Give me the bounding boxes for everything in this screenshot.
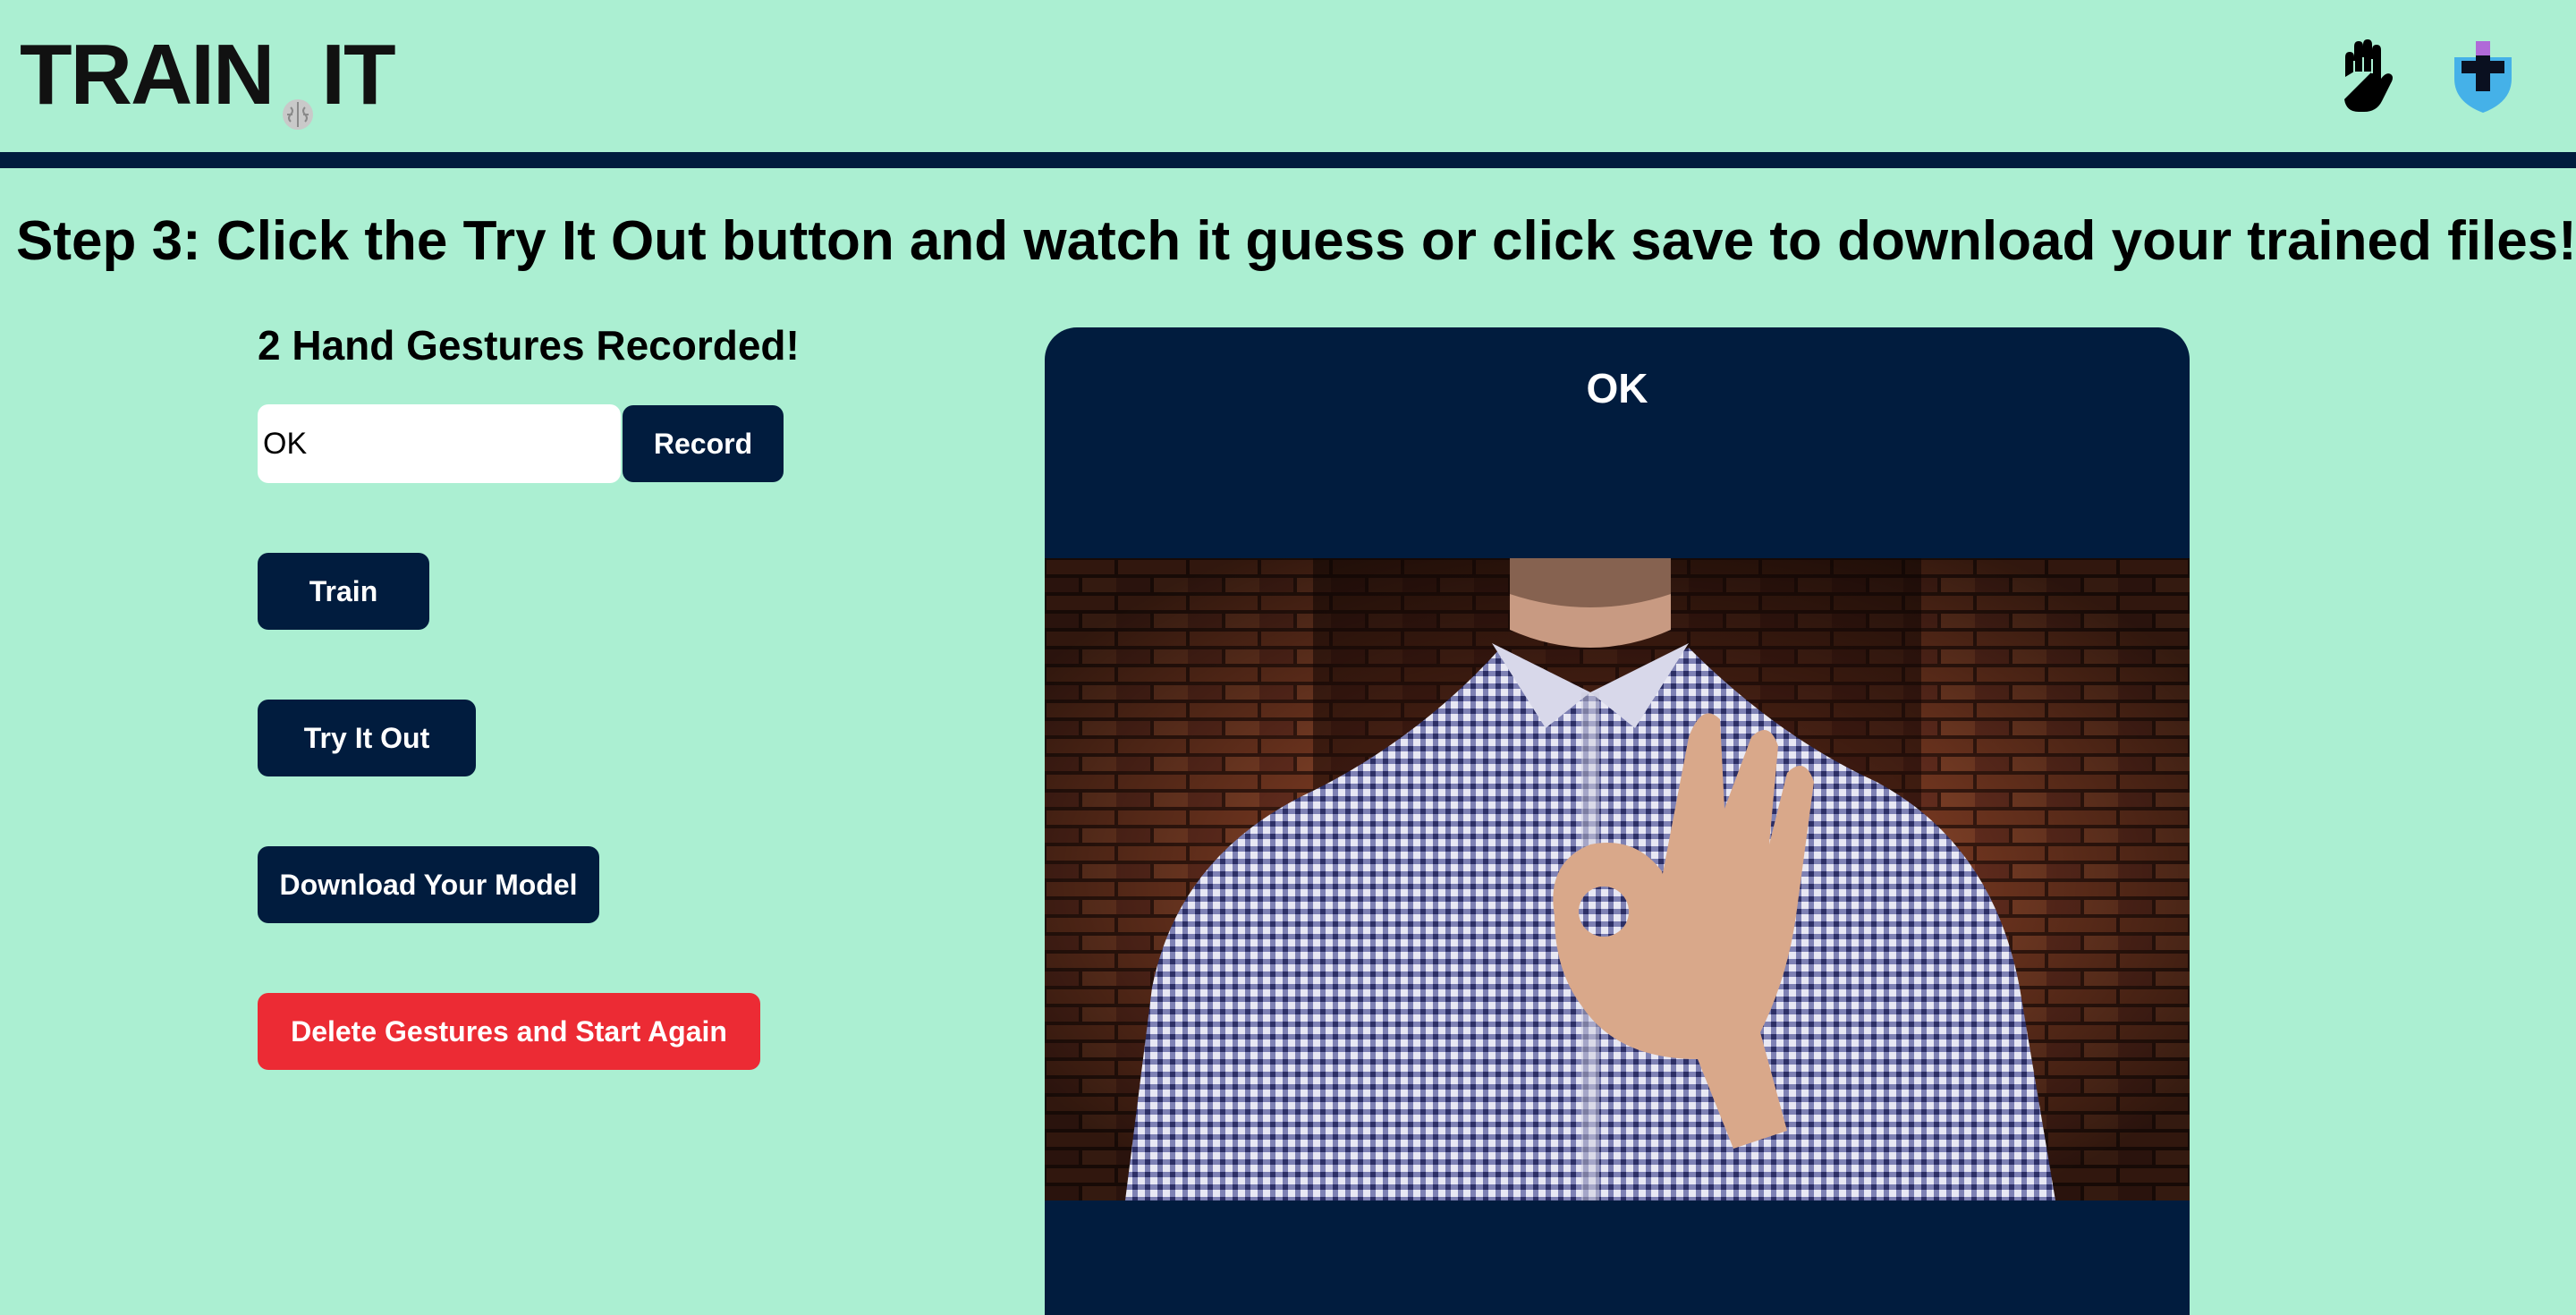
prediction-panel: OK — [1045, 327, 2190, 1315]
logo-text-train: TRAIN — [20, 27, 275, 123]
app-header: TRAIN IT — [0, 0, 2576, 152]
page-title: Step 3: Click the Try It Out button and … — [16, 210, 2576, 272]
delete-gestures-button[interactable]: Delete Gestures and Start Again — [258, 993, 760, 1070]
try-it-out-button[interactable]: Try It Out — [258, 700, 476, 776]
train-button[interactable]: Train — [258, 553, 429, 630]
webcam-feed — [1045, 558, 2190, 1200]
train-it-logo[interactable]: TRAIN IT — [20, 27, 396, 130]
hand-icon[interactable] — [2333, 38, 2401, 115]
shield-plus-icon[interactable] — [2451, 38, 2515, 115]
gesture-count-label: 2 Hand Gestures Recorded! — [258, 322, 800, 369]
download-model-button[interactable]: Download Your Model — [258, 846, 599, 923]
logo-text-it: IT — [321, 27, 395, 123]
prediction-label: OK — [1586, 365, 1648, 411]
record-button[interactable]: Record — [623, 405, 784, 482]
header-divider — [0, 152, 2576, 168]
gesture-name-input[interactable] — [258, 404, 621, 483]
brain-icon — [282, 59, 314, 130]
